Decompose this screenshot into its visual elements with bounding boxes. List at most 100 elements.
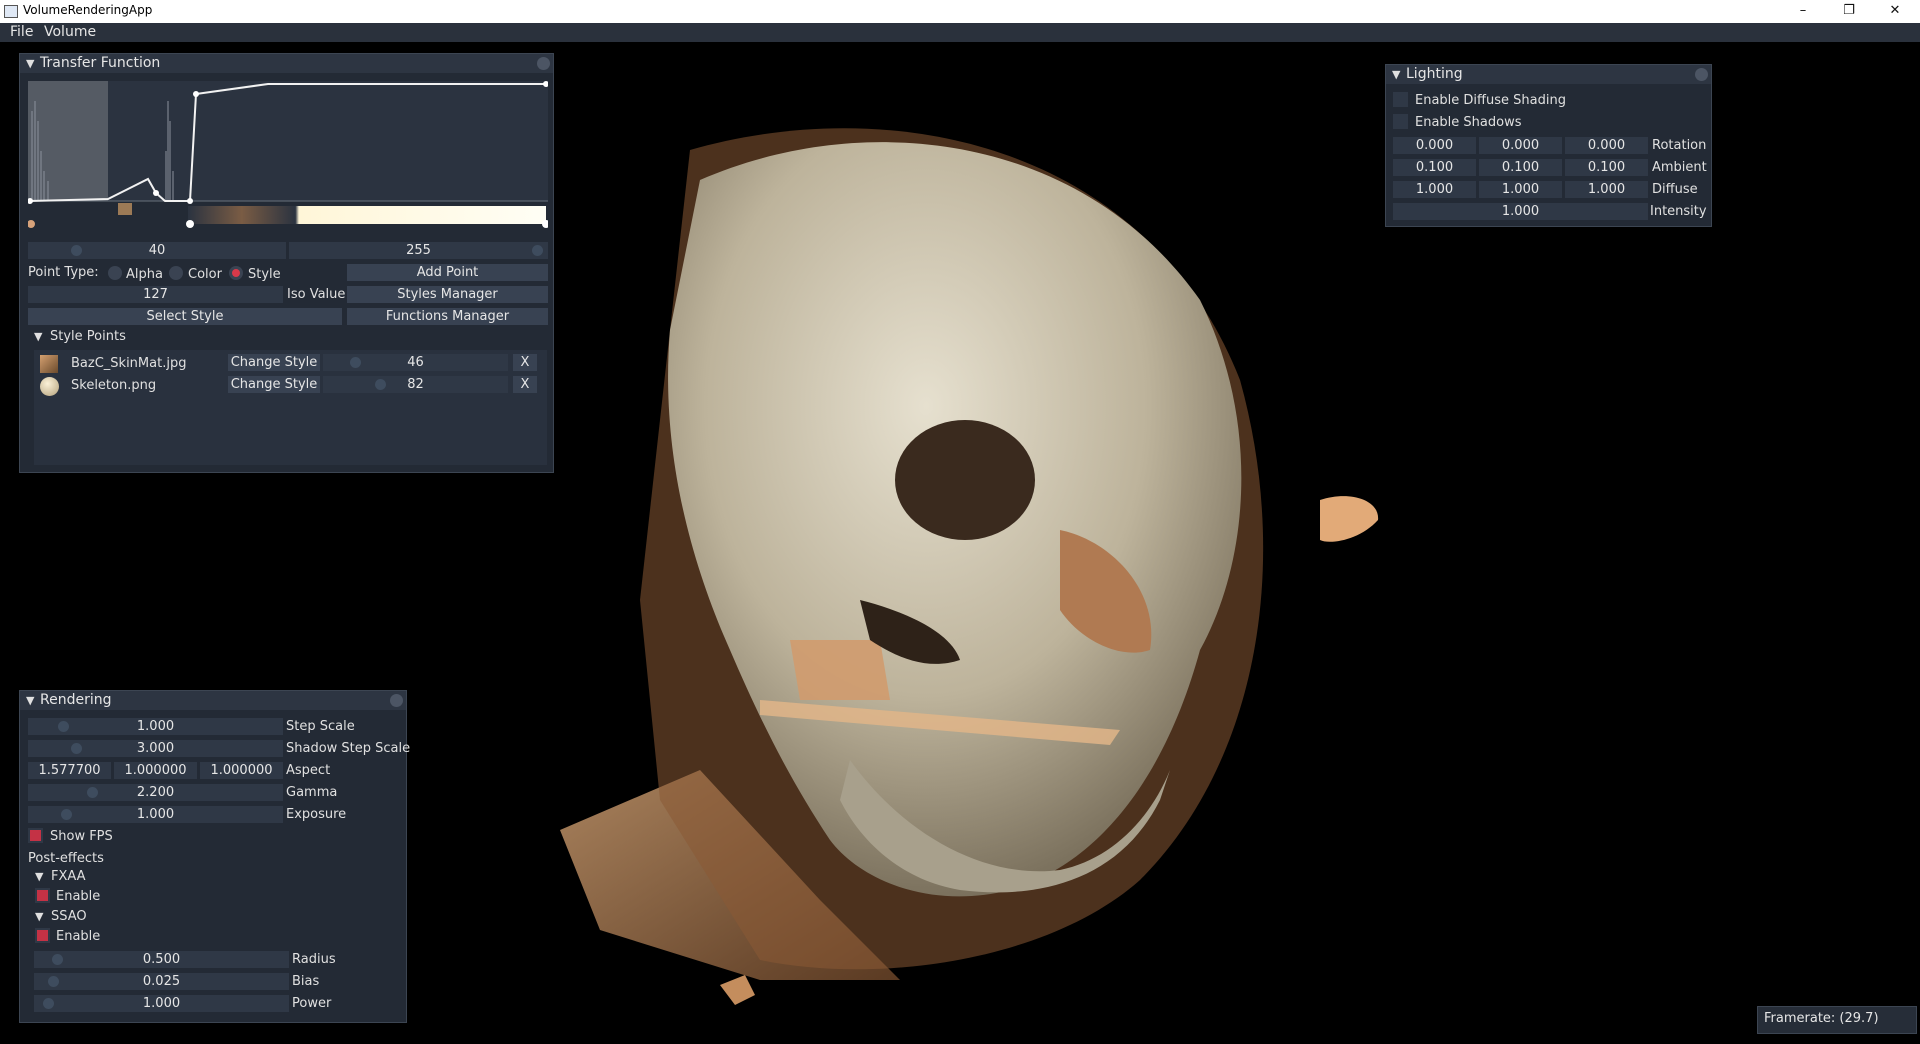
style-point-slider[interactable]: 46: [323, 354, 508, 371]
gamma-slider[interactable]: 2.200: [28, 784, 283, 801]
shadow-step-scale-slider[interactable]: 3.000: [28, 740, 283, 757]
style-point-marker[interactable]: [118, 203, 132, 215]
ambient-g-input[interactable]: 0.100: [1479, 159, 1562, 176]
slider-grab[interactable]: [532, 245, 543, 256]
fxaa-header[interactable]: FXAA: [51, 869, 86, 884]
menu-file[interactable]: File: [10, 24, 33, 40]
collapse-icon[interactable]: ▼: [26, 694, 34, 707]
aspect-y-input[interactable]: 1.000000: [114, 762, 197, 779]
panel-title: Transfer Function: [40, 55, 161, 71]
aspect-z-input[interactable]: 1.000000: [200, 762, 283, 779]
diffuse-g-input[interactable]: 1.000: [1479, 181, 1562, 198]
ssao-enable-label: Enable: [56, 929, 101, 944]
diffuse-r-input[interactable]: 1.000: [1393, 181, 1476, 198]
iso-value-label: Iso Value: [287, 287, 346, 302]
lighting-header[interactable]: ▼ Lighting: [1386, 65, 1711, 84]
radio-color[interactable]: [169, 266, 183, 280]
panel-close-icon[interactable]: [1695, 68, 1708, 81]
remove-style-point-button[interactable]: X: [513, 376, 537, 393]
select-style-button[interactable]: Select Style: [28, 308, 342, 325]
ambient-r-input[interactable]: 0.100: [1393, 159, 1476, 176]
range-max-slider[interactable]: 255: [289, 242, 548, 259]
style-point-name: Skeleton.png: [71, 378, 157, 393]
style-points-header[interactable]: Style Points: [50, 329, 126, 344]
enable-shadows-checkbox[interactable]: [1393, 114, 1408, 129]
style-points-collapse-icon[interactable]: ▼: [34, 330, 42, 343]
exposure-label: Exposure: [286, 807, 347, 822]
slider-grab[interactable]: [61, 809, 72, 820]
collapse-icon[interactable]: ▼: [26, 57, 34, 70]
aspect-x-input[interactable]: 1.577700: [28, 762, 111, 779]
exposure-slider[interactable]: 1.000: [28, 806, 283, 823]
step-scale-label: Step Scale: [286, 719, 355, 734]
radio-style-label: Style: [248, 267, 281, 282]
add-point-button[interactable]: Add Point: [347, 264, 548, 281]
fxaa-enable-checkbox[interactable]: [35, 888, 50, 903]
close-window-button[interactable]: ✕: [1872, 0, 1918, 23]
restore-button[interactable]: ❐: [1826, 0, 1872, 23]
panel-close-icon[interactable]: [537, 57, 550, 70]
app-icon: [4, 5, 18, 18]
iso-value-input[interactable]: 127: [28, 286, 283, 303]
minimize-button[interactable]: –: [1780, 0, 1826, 23]
transfer-function-editor[interactable]: [28, 81, 548, 231]
remove-style-point-button[interactable]: X: [513, 354, 537, 371]
menu-bar: File Volume: [0, 23, 1920, 42]
change-style-button[interactable]: Change Style: [228, 354, 320, 371]
rendering-header[interactable]: ▼ Rendering: [20, 691, 406, 710]
ssao-radius-slider[interactable]: 0.500: [34, 951, 289, 968]
change-style-button[interactable]: Change Style: [228, 376, 320, 393]
enable-diffuse-checkbox[interactable]: [1393, 92, 1408, 107]
intensity-input[interactable]: 1.000: [1393, 203, 1648, 220]
style-point-name: BazC_SkinMat.jpg: [71, 356, 187, 371]
step-scale-slider[interactable]: 1.000: [28, 718, 283, 735]
slider-grab[interactable]: [350, 357, 361, 368]
menu-volume[interactable]: Volume: [44, 24, 96, 40]
slider-grab[interactable]: [58, 721, 69, 732]
transfer-function-panel: ▼ Transfer Function 40 255 Point Type: A…: [19, 53, 554, 473]
collapse-icon[interactable]: ▼: [1392, 68, 1400, 81]
style-points-list: BazC_SkinMat.jpg Change Style 46 X Skele…: [34, 350, 547, 465]
functions-manager-button[interactable]: Functions Manager: [347, 308, 548, 325]
ambient-label: Ambient: [1652, 160, 1707, 175]
slider-grab[interactable]: [52, 954, 63, 965]
slider-grab[interactable]: [71, 245, 82, 256]
intensity-label: Intensity: [1650, 204, 1707, 219]
transfer-function-header[interactable]: ▼ Transfer Function: [20, 54, 553, 73]
point-type-label: Point Type:: [28, 265, 99, 280]
enable-shadows-label: Enable Shadows: [1415, 115, 1522, 130]
skin-material-thumbnail: [40, 355, 58, 373]
slider-grab[interactable]: [87, 787, 98, 798]
show-fps-checkbox[interactable]: [28, 828, 43, 843]
curve-point[interactable]: [153, 190, 159, 196]
rotation-z-input[interactable]: 0.000: [1565, 137, 1648, 154]
radio-style[interactable]: [229, 266, 243, 280]
slider-grab[interactable]: [48, 976, 59, 987]
slider-grab[interactable]: [375, 379, 386, 390]
fxaa-collapse-icon[interactable]: ▼: [35, 870, 43, 883]
ambient-b-input[interactable]: 0.100: [1565, 159, 1648, 176]
slider-grab[interactable]: [71, 743, 82, 754]
ssao-enable-checkbox[interactable]: [35, 928, 50, 943]
style-point-slider[interactable]: 82: [323, 376, 508, 393]
color-point[interactable]: [28, 220, 35, 228]
lighting-panel: ▼ Lighting Enable Diffuse Shading Enable…: [1385, 64, 1712, 227]
color-bar[interactable]: [188, 206, 546, 224]
curve-point[interactable]: [193, 91, 199, 97]
ssao-header[interactable]: SSAO: [51, 909, 87, 924]
range-min-slider[interactable]: 40: [28, 242, 286, 259]
gamma-label: Gamma: [286, 785, 338, 800]
diffuse-b-input[interactable]: 1.000: [1565, 181, 1648, 198]
radio-alpha[interactable]: [108, 266, 122, 280]
styles-manager-button[interactable]: Styles Manager: [347, 286, 548, 303]
ssao-collapse-icon[interactable]: ▼: [35, 910, 43, 923]
color-point[interactable]: [186, 220, 194, 228]
curve-point[interactable]: [187, 198, 193, 204]
slider-grab[interactable]: [43, 998, 54, 1009]
shadow-step-scale-label: Shadow Step Scale: [286, 741, 411, 756]
ssao-bias-slider[interactable]: 0.025: [34, 973, 289, 990]
rotation-y-input[interactable]: 0.000: [1479, 137, 1562, 154]
ssao-power-slider[interactable]: 1.000: [34, 995, 289, 1012]
panel-close-icon[interactable]: [390, 694, 403, 707]
rotation-x-input[interactable]: 0.000: [1393, 137, 1476, 154]
